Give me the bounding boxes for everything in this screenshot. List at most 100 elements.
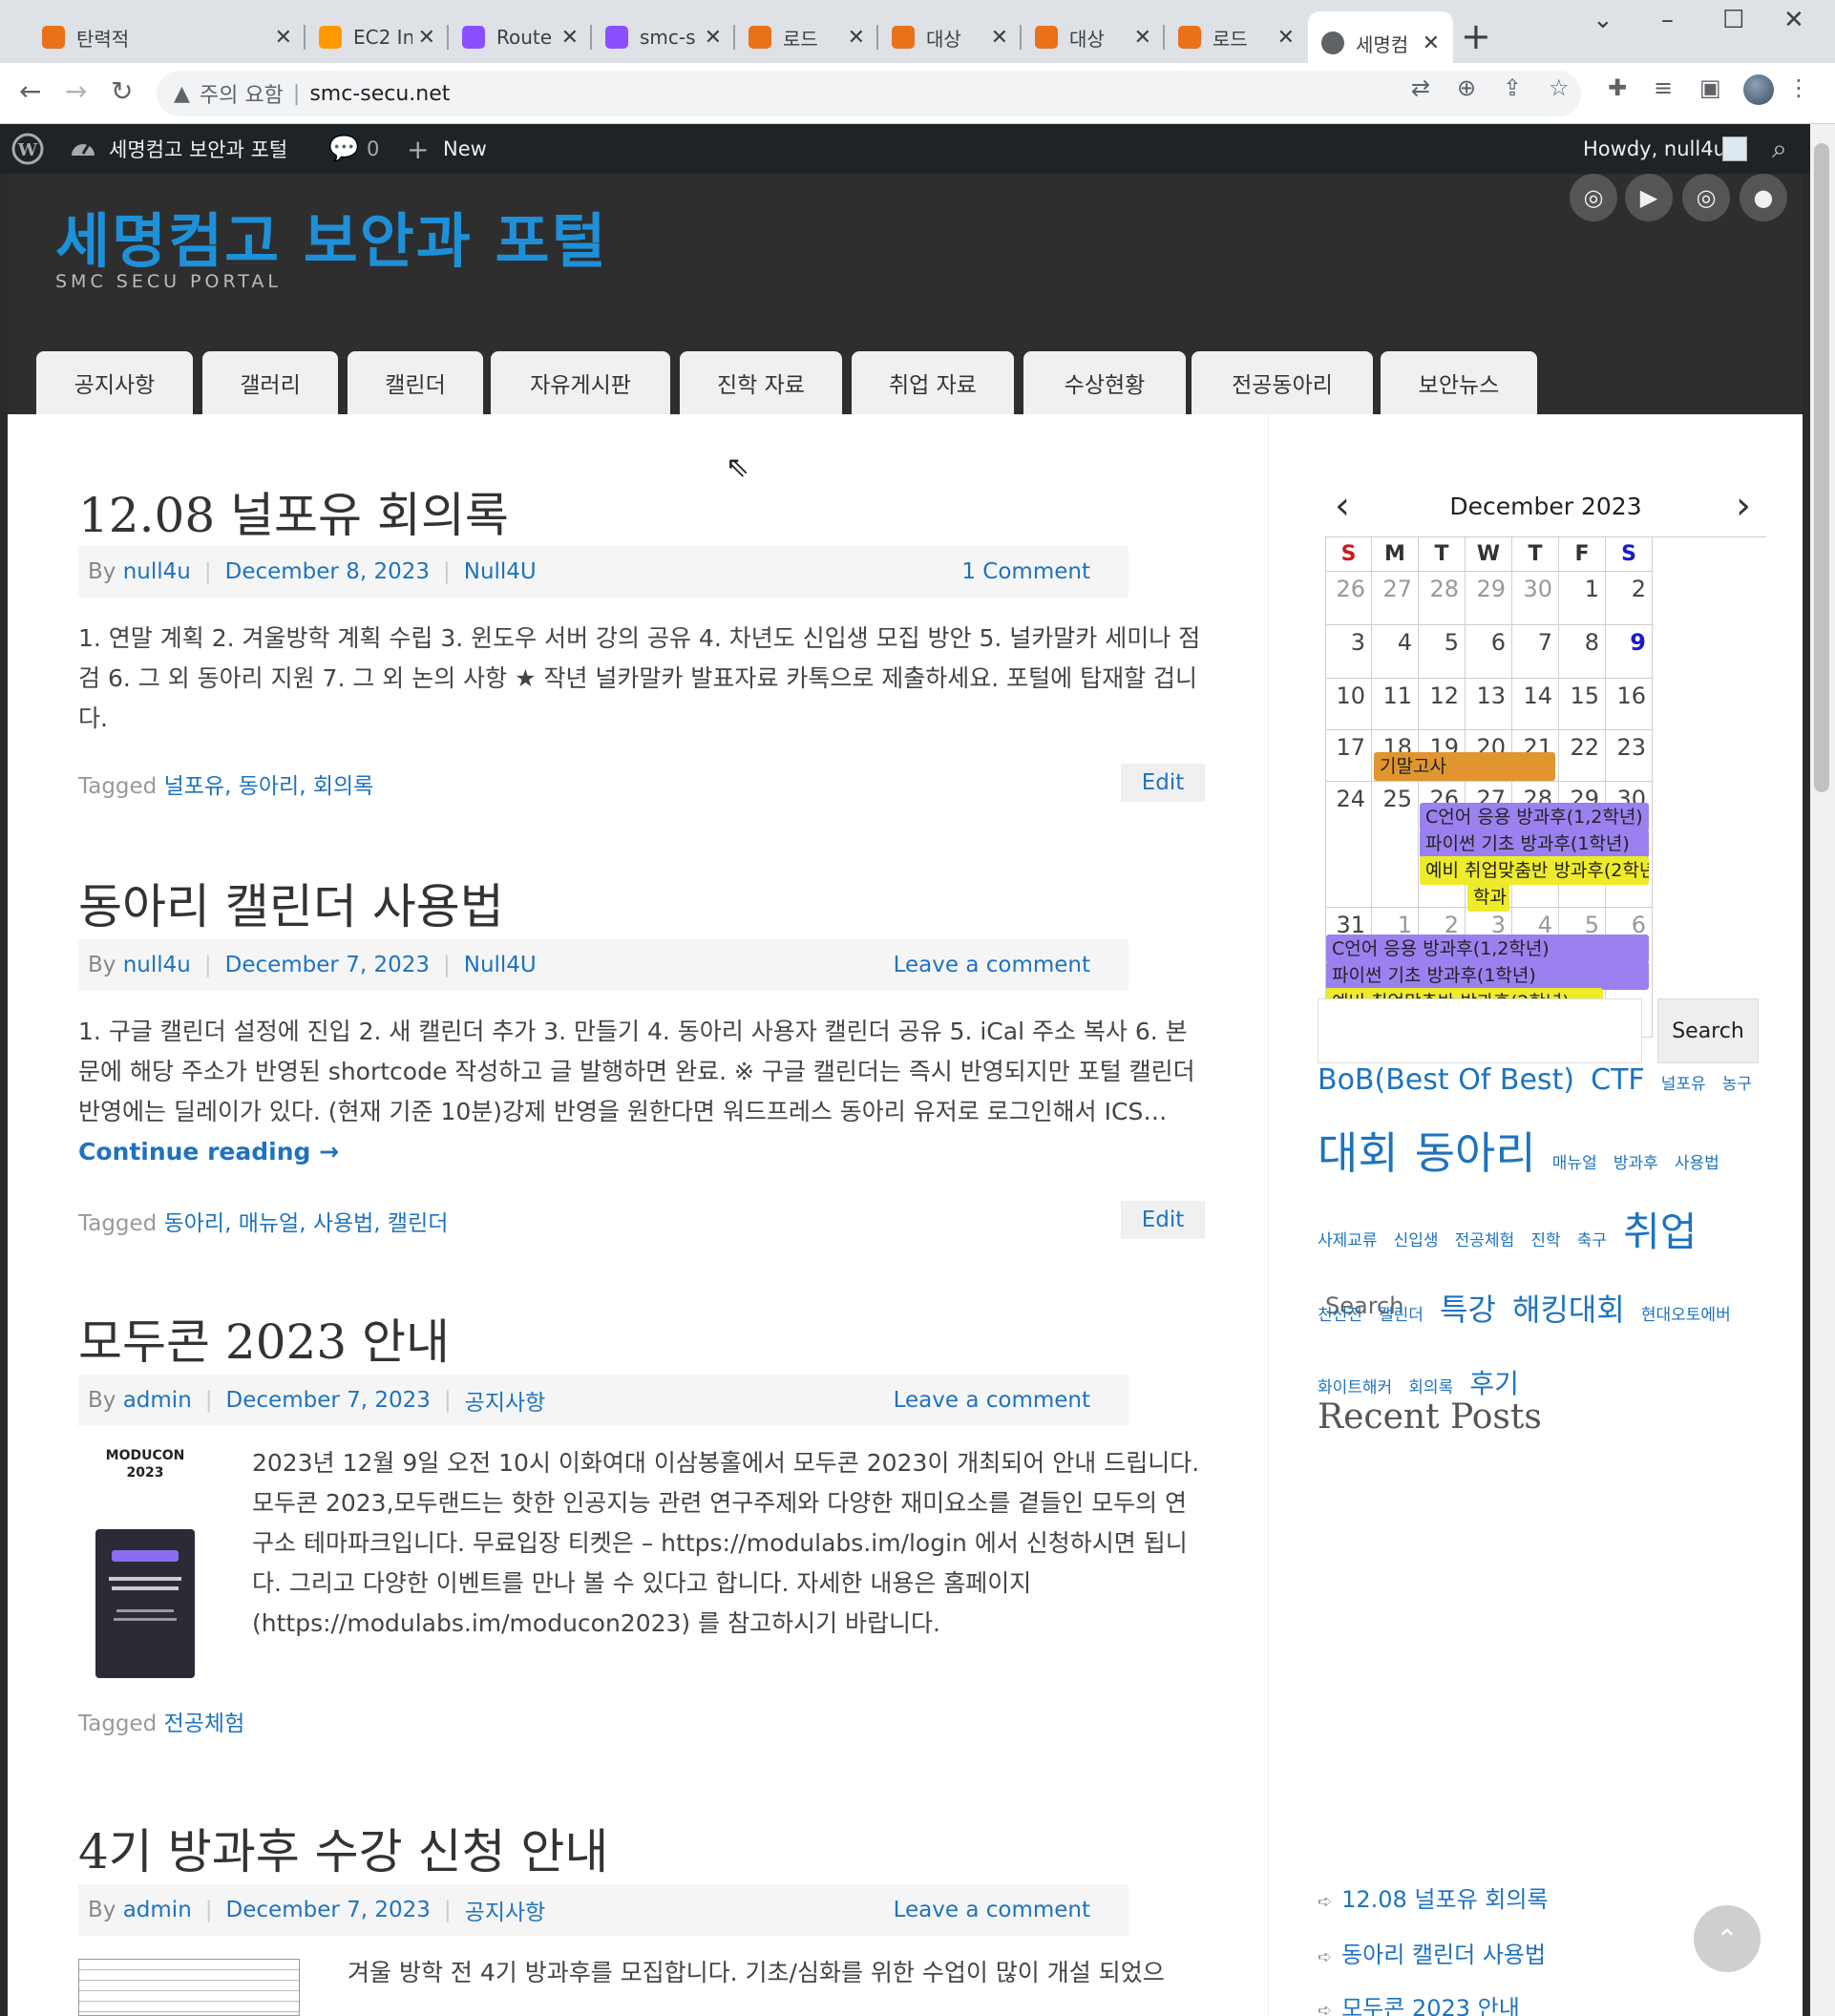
howdy-user[interactable]: Howdy, null4u xyxy=(1583,124,1726,174)
tag-link[interactable]: 축구 xyxy=(1577,1231,1607,1250)
browser-tab[interactable]: Route ✕ xyxy=(449,11,592,63)
scrollbar-thumb[interactable] xyxy=(1814,143,1829,792)
nav-item[interactable]: 수상현황 xyxy=(1023,351,1186,414)
continue-reading-link[interactable]: Continue reading → xyxy=(78,1138,339,1166)
calendar-event[interactable]: 예비 취업맞춤반 방과후(2학년) xyxy=(1420,856,1649,885)
date-link[interactable]: December 7, 2023 xyxy=(226,1898,431,1922)
side-panel-icon[interactable]: ▣ xyxy=(1699,74,1721,101)
tag-link[interactable]: 신입생 xyxy=(1394,1231,1439,1250)
close-icon[interactable]: ✕ xyxy=(561,26,579,50)
menu-icon[interactable]: ⋮ xyxy=(1787,74,1810,101)
category-link[interactable]: 공지사항 xyxy=(465,1894,546,1926)
close-icon[interactable]: ✕ xyxy=(1134,26,1151,50)
tag-link[interactable]: 친선전 xyxy=(1318,1306,1362,1325)
tag-link[interactable]: 방과후 xyxy=(1614,1154,1658,1173)
comments-link[interactable]: Leave a comment xyxy=(894,953,1090,977)
tag-link[interactable]: CTF xyxy=(1591,1063,1645,1097)
calendar-day-cell[interactable]: 16 xyxy=(1606,679,1653,730)
calendar-day-cell[interactable]: 8 xyxy=(1559,625,1606,679)
calendar-event[interactable]: 파이썬 기초 방과후(1학년) xyxy=(1420,830,1649,858)
calendar-day-cell[interactable]: 14 xyxy=(1512,679,1559,730)
plus-icon[interactable]: + xyxy=(407,124,429,174)
tag-link[interactable]: 널포유 xyxy=(1661,1075,1706,1094)
tag-link[interactable]: 캘린더 xyxy=(1379,1306,1424,1325)
calendar-day-cell[interactable]: 5 xyxy=(1419,625,1466,679)
browser-tab[interactable]: 로드 ✕ xyxy=(1165,11,1308,63)
tag-link[interactable]: 사용법 xyxy=(1675,1154,1719,1173)
calendar-day-cell[interactable]: 9 xyxy=(1606,625,1653,679)
calendar-event[interactable]: 파이썬 기초 방과후(1학년) xyxy=(1326,961,1649,990)
site-title[interactable]: 세명컴고 보안과 포털 xyxy=(55,193,608,279)
close-icon[interactable]: ✕ xyxy=(275,26,292,50)
calendar-day-cell[interactable]: 1 xyxy=(1559,572,1606,625)
close-icon[interactable]: ✕ xyxy=(1423,32,1440,55)
category-link[interactable]: Null4U xyxy=(464,559,537,584)
tag-link[interactable]: 사제교류 xyxy=(1318,1231,1378,1250)
comment-icon[interactable]: 💬 xyxy=(328,124,359,174)
user-icon[interactable]: ● xyxy=(1740,174,1787,221)
calendar-event[interactable]: C언어 응용 방과후(1,2학년) xyxy=(1420,803,1649,831)
comment-count[interactable]: 0 xyxy=(367,124,379,174)
calendar-day-cell[interactable]: 2 xyxy=(1606,572,1653,625)
nav-item[interactable]: 보안뉴스 xyxy=(1381,351,1537,414)
calendar-event[interactable]: 학과 C xyxy=(1467,883,1509,912)
new-content-link[interactable]: New xyxy=(443,124,487,174)
instagram-icon[interactable]: ◎ xyxy=(1682,174,1730,221)
tag-link[interactable]: 매뉴얼 xyxy=(1552,1154,1597,1173)
dashboard-icon[interactable] xyxy=(69,124,97,174)
close-icon[interactable]: ✕ xyxy=(705,26,722,50)
calendar-day-cell[interactable]: 25 xyxy=(1372,782,1419,908)
tag-link[interactable]: 해킹대회 xyxy=(1512,1292,1625,1328)
share-icon[interactable]: ⇪ xyxy=(1503,74,1522,101)
author-link[interactable]: admin xyxy=(123,1898,192,1922)
tab-search-icon[interactable]: ⌄ xyxy=(1592,6,1614,34)
post-title[interactable]: 모두콘 2023 안내 xyxy=(78,1304,1205,1373)
calendar-day-cell[interactable]: 29 xyxy=(1466,572,1512,625)
date-link[interactable]: December 7, 2023 xyxy=(226,1388,431,1413)
nav-item[interactable]: 진학 자료 xyxy=(680,351,842,414)
tag-link[interactable]: 현대오토에버 xyxy=(1641,1306,1731,1325)
browser-tab[interactable]: 탄력적 ✕ xyxy=(29,11,306,63)
browser-tab[interactable]: EC2 In ✕ xyxy=(306,11,449,63)
recent-post-link[interactable]: ➪ 모두콘 2023 안내 xyxy=(1318,1989,1520,2016)
close-icon[interactable]: ✕ xyxy=(418,26,435,50)
tag-links[interactable]: 널포유, 동아리, 회의록 xyxy=(164,774,374,799)
tag-link[interactable]: 진학 xyxy=(1530,1231,1560,1250)
calendar-day-cell[interactable]: 4 xyxy=(1372,625,1419,679)
minimize-icon[interactable]: – xyxy=(1661,6,1674,34)
recent-post-label[interactable]: 12.08 널포유 회의록 xyxy=(1341,1886,1548,1913)
post-thumbnail[interactable]: MODUCON 2023 xyxy=(78,1447,212,1686)
new-tab-button[interactable]: + xyxy=(1461,15,1491,57)
recent-post-link[interactable]: ➪ 동아리 캘린더 사용법 xyxy=(1318,1936,1546,1969)
edit-button[interactable]: Edit xyxy=(1121,764,1205,802)
calendar-day-cell[interactable]: 13 xyxy=(1466,679,1512,730)
tag-links[interactable]: 동아리, 매뉴얼, 사용법, 캘린더 xyxy=(164,1211,449,1236)
nav-item[interactable]: 공지사항 xyxy=(36,351,193,414)
nav-item[interactable]: 캘린더 xyxy=(348,351,483,414)
calendar-day-cell[interactable]: 22 xyxy=(1559,730,1606,782)
instagram-icon[interactable]: ◎ xyxy=(1570,174,1617,221)
close-icon[interactable]: ✕ xyxy=(848,26,865,50)
reload-icon[interactable]: ↻ xyxy=(111,74,133,109)
post-title[interactable]: 12.08 널포유 회의록 xyxy=(78,477,1205,546)
browser-tab[interactable]: 로드 ✕ xyxy=(735,11,878,63)
close-icon[interactable]: ✕ xyxy=(991,26,1008,50)
post-title[interactable]: 4기 방과후 수강 신청 안내 xyxy=(78,1814,1205,1882)
tag-link[interactable]: 후기 xyxy=(1469,1368,1519,1399)
tag-link[interactable]: 전공체험 xyxy=(1455,1231,1515,1250)
search-icon[interactable]: ⌕ xyxy=(1772,124,1787,174)
calendar-day-cell[interactable]: 24 xyxy=(1326,782,1372,908)
back-icon[interactable]: ← xyxy=(19,74,41,109)
calendar-day-cell[interactable]: 6 xyxy=(1466,625,1512,679)
tag-link[interactable]: 동아리 xyxy=(1415,1127,1536,1179)
zoom-icon[interactable]: ⊕ xyxy=(1457,74,1476,101)
reading-list-icon[interactable]: ≡ xyxy=(1654,74,1673,101)
calendar-day-cell[interactable]: 30 xyxy=(1512,572,1559,625)
calendar-day-cell[interactable]: 11 xyxy=(1372,679,1419,730)
recent-post-label[interactable]: 동아리 캘린더 사용법 xyxy=(1341,1942,1546,1968)
post-thumbnail[interactable] xyxy=(78,1959,300,2016)
calendar-day-cell[interactable]: 7 xyxy=(1512,625,1559,679)
category-link[interactable]: 공지사항 xyxy=(465,1384,546,1417)
tag-links[interactable]: 전공체험 xyxy=(164,1712,245,1736)
author-link[interactable]: admin xyxy=(123,1388,192,1413)
